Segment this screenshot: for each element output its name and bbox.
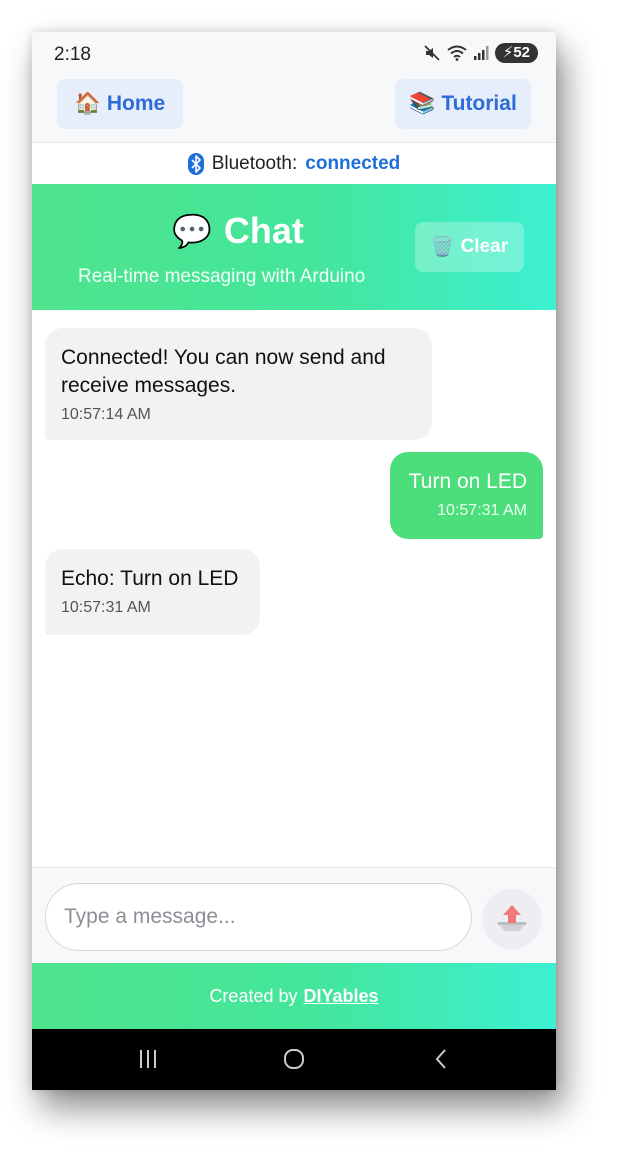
system-nav-bar (32, 1029, 556, 1090)
message-time: 10:57:31 AM (61, 599, 151, 616)
status-bar: 2:18 ⚡52 (32, 32, 556, 74)
message-incoming: Echo: Turn on LED 10:57:31 AM (45, 549, 260, 635)
message-text: Turn on LED (408, 470, 527, 493)
message-time: 10:57:14 AM (61, 406, 151, 423)
clear-button[interactable]: 🗑️ Clear (415, 222, 524, 272)
top-nav: 🏠 Home 📚 Tutorial (32, 74, 556, 142)
message-input[interactable] (45, 883, 472, 951)
diyables-link[interactable]: DIYables (304, 986, 379, 1007)
phone-screen: 2:18 ⚡52 🏠 Home 📚 Tutorial Bluetooth: co… (32, 32, 556, 1090)
status-icons: ⚡52 (423, 43, 538, 63)
back-icon[interactable] (430, 1047, 454, 1071)
tutorial-button[interactable]: 📚 Tutorial (395, 79, 531, 129)
tutorial-button-label: Tutorial (441, 92, 517, 115)
charging-icon: ⚡ (502, 44, 514, 61)
books-icon: 📚 (409, 92, 436, 115)
message-incoming: Connected! You can now send and receive … (45, 328, 432, 440)
chat-title-text: Chat (223, 210, 304, 251)
bluetooth-state: connected (305, 152, 401, 174)
message-time: 10:57:31 AM (437, 502, 527, 519)
bluetooth-status: Bluetooth: connected (32, 142, 556, 184)
status-time: 2:18 (54, 44, 91, 65)
clear-button-label: Clear (460, 236, 509, 257)
signal-icon (473, 46, 489, 60)
trash-icon: 🗑️ (430, 237, 455, 258)
message-text: Connected! You can now send and receive … (61, 346, 386, 397)
message-list: Connected! You can now send and receive … (32, 310, 556, 867)
chat-header: 💬 Chat Real-time messaging with Arduino … (32, 184, 556, 310)
send-button[interactable] (482, 889, 542, 949)
battery-indicator: ⚡52 (494, 43, 538, 63)
bluetooth-icon (187, 152, 204, 175)
bluetooth-label: Bluetooth: (211, 152, 298, 174)
message-outgoing: Turn on LED 10:57:31 AM (390, 452, 543, 539)
wifi-icon (447, 45, 467, 61)
message-text: Echo: Turn on LED (61, 567, 239, 590)
chat-subtitle: Real-time messaging with Arduino (78, 266, 366, 287)
footer-prefix: Created by (209, 985, 298, 1006)
mute-icon (424, 45, 440, 61)
home-circle-icon[interactable] (282, 1047, 306, 1071)
home-button[interactable]: 🏠 Home (57, 79, 183, 129)
chat-title: 💬 Chat (172, 210, 304, 252)
battery-level: 52 (513, 44, 530, 61)
footer: Created by DIYables (32, 963, 556, 1029)
house-icon: 🏠 (74, 92, 101, 115)
send-icon (498, 905, 526, 931)
speech-bubble-icon: 💬 (172, 213, 212, 249)
message-composer (32, 867, 556, 963)
recent-apps-icon[interactable] (136, 1047, 160, 1071)
home-button-label: Home (106, 92, 166, 115)
